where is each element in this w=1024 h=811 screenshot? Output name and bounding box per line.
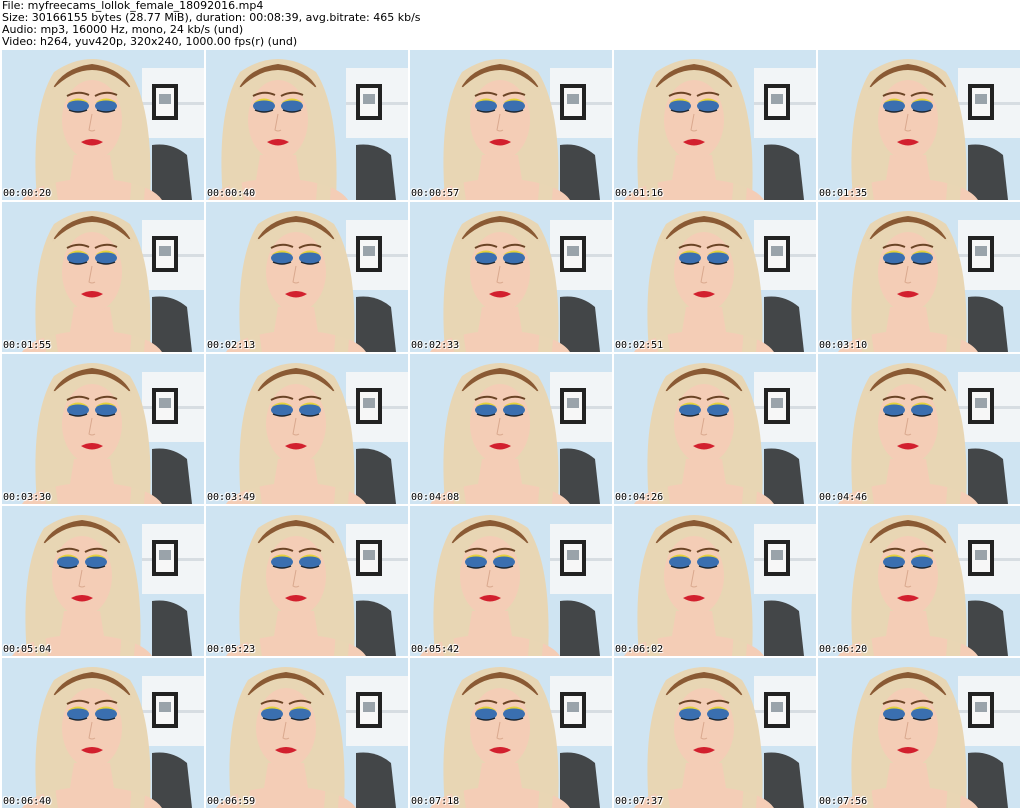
- frame-image: [206, 506, 408, 656]
- video-thumbnail: 00:05:42: [410, 506, 612, 656]
- thumbnail-timestamp: 00:06:02: [615, 644, 664, 655]
- frame-image: [614, 354, 816, 504]
- video-thumbnail: 00:00:40: [206, 50, 408, 200]
- thumbnail-timestamp: 00:07:37: [615, 796, 664, 807]
- video-thumbnail: 00:03:49: [206, 354, 408, 504]
- thumbnail-timestamp: 00:02:13: [207, 340, 256, 351]
- frame-image: [818, 658, 1020, 808]
- thumbnail-timestamp: 00:05:23: [207, 644, 256, 655]
- video-thumbnail: 00:07:56: [818, 658, 1020, 808]
- video-thumbnail: 00:05:04: [2, 506, 204, 656]
- video-thumbnail: 00:01:55: [2, 202, 204, 352]
- frame-image: [206, 202, 408, 352]
- video-thumbnail: 00:05:23: [206, 506, 408, 656]
- frame-image: [614, 202, 816, 352]
- video-thumbnail: 00:04:08: [410, 354, 612, 504]
- video-thumbnail: 00:00:20: [2, 50, 204, 200]
- thumbnail-timestamp: 00:02:33: [411, 340, 460, 351]
- video-thumbnail: 00:06:40: [2, 658, 204, 808]
- thumbnail-timestamp: 00:04:26: [615, 492, 664, 503]
- thumbnail-timestamp: 00:07:56: [819, 796, 868, 807]
- video-thumbnail: 00:07:18: [410, 658, 612, 808]
- frame-image: [410, 506, 612, 656]
- video-thumbnail: 00:06:20: [818, 506, 1020, 656]
- frame-image: [2, 50, 204, 200]
- frame-image: [2, 202, 204, 352]
- thumbnail-timestamp: 00:02:51: [615, 340, 664, 351]
- video-thumbnail: 00:06:59: [206, 658, 408, 808]
- thumbnail-timestamp: 00:03:10: [819, 340, 868, 351]
- contact-sheet-header: File: myfreecams_lollok_female_18092016.…: [2, 0, 1022, 50]
- video-info: Video: h264, yuv420p, 320x240, 1000.00 f…: [2, 35, 298, 48]
- frame-image: [206, 50, 408, 200]
- frame-image: [410, 354, 612, 504]
- video-thumbnail: 00:07:37: [614, 658, 816, 808]
- thumbnail-timestamp: 00:03:30: [3, 492, 52, 503]
- video-thumbnail: 00:04:46: [818, 354, 1020, 504]
- frame-image: [206, 658, 408, 808]
- thumbnail-timestamp: 00:04:08: [411, 492, 460, 503]
- frame-image: [206, 354, 408, 504]
- frame-image: [2, 506, 204, 656]
- video-thumbnail: 00:01:35: [818, 50, 1020, 200]
- frame-image: [410, 50, 612, 200]
- thumbnail-timestamp: 00:01:55: [3, 340, 52, 351]
- video-thumbnail: 00:04:26: [614, 354, 816, 504]
- frame-image: [818, 506, 1020, 656]
- thumbnail-timestamp: 00:01:35: [819, 188, 868, 199]
- thumbnail-timestamp: 00:06:40: [3, 796, 52, 807]
- thumbnail-timestamp: 00:00:57: [411, 188, 460, 199]
- video-thumbnail: 00:01:16: [614, 50, 816, 200]
- thumbnail-timestamp: 00:07:18: [411, 796, 460, 807]
- frame-image: [2, 354, 204, 504]
- video-thumbnail: 00:03:30: [2, 354, 204, 504]
- frame-image: [818, 50, 1020, 200]
- thumbnail-timestamp: 00:06:59: [207, 796, 256, 807]
- frame-image: [614, 658, 816, 808]
- thumbnail-timestamp: 00:04:46: [819, 492, 868, 503]
- frame-image: [818, 202, 1020, 352]
- video-thumbnail: 00:03:10: [818, 202, 1020, 352]
- video-thumbnail: 00:02:13: [206, 202, 408, 352]
- video-thumbnail: 00:02:33: [410, 202, 612, 352]
- thumbnail-grid: 00:00:20 00:00:40 00:00:57 00:01:16 00:01:35…: [2, 50, 1022, 809]
- frame-image: [614, 50, 816, 200]
- thumbnail-timestamp: 00:06:20: [819, 644, 868, 655]
- thumbnail-timestamp: 00:01:16: [615, 188, 664, 199]
- thumbnail-timestamp: 00:00:40: [207, 188, 256, 199]
- thumbnail-timestamp: 00:05:42: [411, 644, 460, 655]
- frame-image: [818, 354, 1020, 504]
- frame-image: [614, 506, 816, 656]
- video-thumbnail: 00:02:51: [614, 202, 816, 352]
- thumbnail-timestamp: 00:03:49: [207, 492, 256, 503]
- frame-image: [2, 658, 204, 808]
- frame-image: [410, 202, 612, 352]
- thumbnail-timestamp: 00:00:20: [3, 188, 52, 199]
- frame-image: [410, 658, 612, 808]
- video-thumbnail: 00:00:57: [410, 50, 612, 200]
- thumbnail-timestamp: 00:05:04: [3, 644, 52, 655]
- video-thumbnail: 00:06:02: [614, 506, 816, 656]
